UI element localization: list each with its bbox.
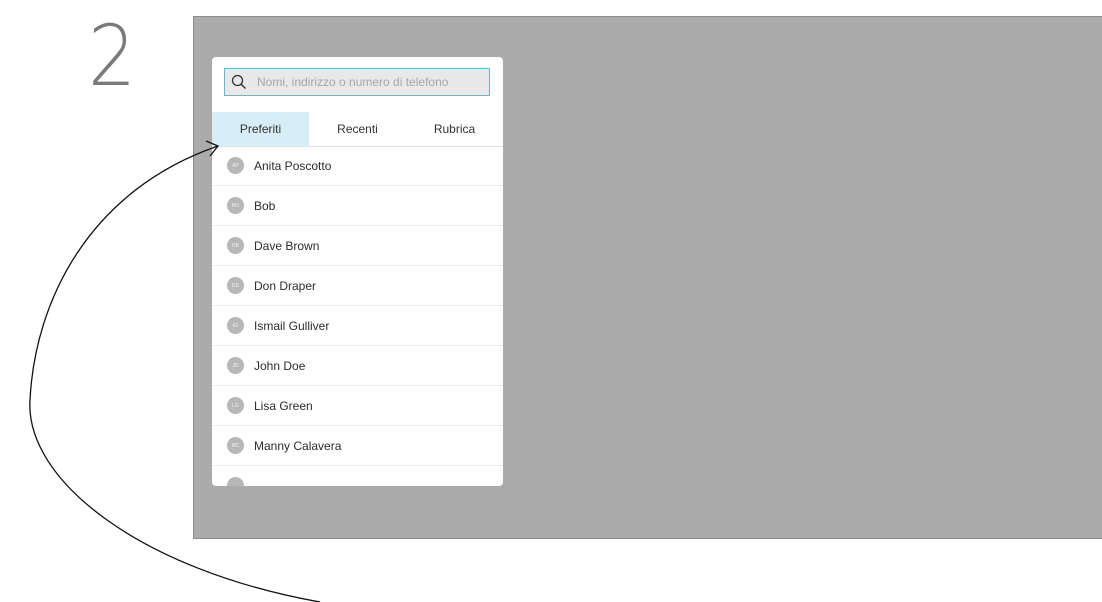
list-item[interactable]: LG Lisa Green bbox=[212, 386, 503, 426]
list-item[interactable]: MC Manny Calavera bbox=[212, 426, 503, 466]
directory-panel: Preferiti Recenti Rubrica AP Anita Posco… bbox=[212, 57, 503, 486]
avatar: IG bbox=[227, 317, 244, 334]
contact-name: Manny Calavera bbox=[254, 438, 342, 453]
avatar bbox=[227, 477, 244, 486]
contact-name: Anita Poscotto bbox=[254, 158, 332, 173]
avatar: AP bbox=[227, 157, 244, 174]
contact-name: Don Draper bbox=[254, 278, 317, 293]
step-number: 2 bbox=[88, 7, 137, 105]
tab-bar: Preferiti Recenti Rubrica bbox=[212, 112, 503, 147]
search-input[interactable] bbox=[253, 75, 487, 89]
contact-name: Ismail Gulliver bbox=[254, 318, 330, 333]
avatar: DD bbox=[227, 277, 244, 294]
contact-name: Lisa Green bbox=[254, 398, 313, 413]
tab-rubrica[interactable]: Rubrica bbox=[406, 112, 503, 146]
list-item[interactable]: JD John Doe bbox=[212, 346, 503, 386]
avatar: JD bbox=[227, 357, 244, 374]
list-item[interactable] bbox=[212, 466, 503, 486]
tab-recenti[interactable]: Recenti bbox=[309, 112, 406, 146]
search-field[interactable] bbox=[224, 68, 490, 96]
list-item[interactable]: BO Bob bbox=[212, 186, 503, 226]
search-icon bbox=[231, 71, 253, 93]
avatar: DB bbox=[227, 237, 244, 254]
tab-preferiti[interactable]: Preferiti bbox=[212, 112, 309, 146]
list-item[interactable]: AP Anita Poscotto bbox=[212, 146, 503, 186]
avatar: LG bbox=[227, 397, 244, 414]
contact-name: Dave Brown bbox=[254, 238, 320, 253]
contact-list: AP Anita Poscotto BO Bob DB Dave Brown D… bbox=[212, 146, 503, 486]
contact-name: John Doe bbox=[254, 358, 306, 373]
avatar: BO bbox=[227, 197, 244, 214]
avatar: MC bbox=[227, 437, 244, 454]
contact-name: Bob bbox=[254, 198, 276, 213]
list-item[interactable]: DB Dave Brown bbox=[212, 226, 503, 266]
list-item[interactable]: IG Ismail Gulliver bbox=[212, 306, 503, 346]
list-item[interactable]: DD Don Draper bbox=[212, 266, 503, 306]
